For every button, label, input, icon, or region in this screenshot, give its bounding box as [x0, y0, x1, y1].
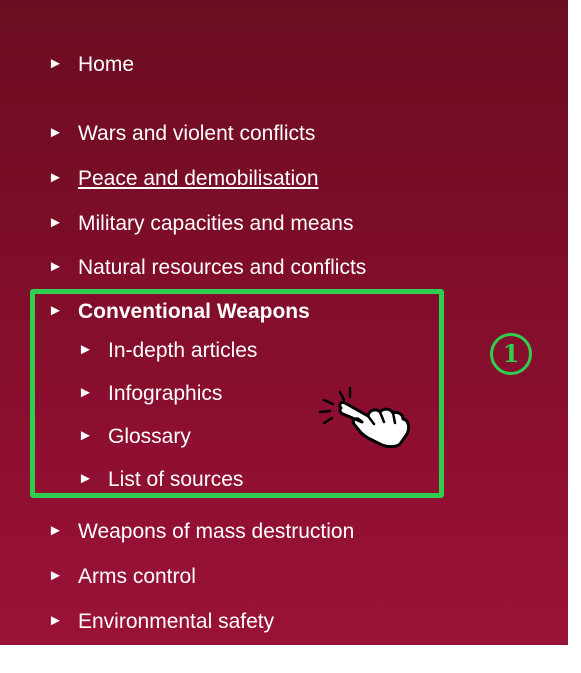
nav-item-label: Weapons of mass destruction	[78, 520, 355, 543]
nav-item-label: Arms control	[78, 565, 196, 588]
nav-item-military-capacities-and-means[interactable]: ► Military capacities and means	[48, 211, 353, 237]
nav-item-natural-resources-and-conflicts[interactable]: ► Natural resources and conflicts	[48, 255, 366, 281]
nav-item-label: Environmental safety	[78, 610, 275, 633]
nav-item-label: Home	[78, 53, 135, 76]
arrow-right-icon: ►	[48, 522, 63, 539]
nav-item-home[interactable]: ► Home	[48, 52, 134, 78]
nav-item-label: Peace and demobilisation	[78, 167, 319, 190]
nav-item-label: Wars and violent conflicts	[78, 122, 316, 145]
arrow-right-icon: ►	[48, 258, 63, 275]
nav-item-label: Military capacities and means	[78, 212, 354, 235]
arrow-right-icon: ►	[48, 612, 63, 629]
arrow-right-icon: ►	[48, 567, 63, 584]
step-number-label: 1	[502, 339, 520, 368]
nav-item-wars-and-violent-conflicts[interactable]: ► Wars and violent conflicts	[48, 121, 315, 147]
nav-item-weapons-of-mass-destruction[interactable]: ► Weapons of mass destruction	[48, 519, 354, 545]
nav-item-label: Natural resources and conflicts	[78, 256, 367, 279]
arrow-right-icon: ►	[48, 169, 63, 186]
step-number-badge: 1	[490, 333, 532, 375]
arrow-right-icon: ►	[48, 55, 63, 72]
nav-item-arms-control[interactable]: ► Arms control	[48, 564, 196, 590]
nav-item-environmental-safety[interactable]: ► Environmental safety	[48, 609, 274, 635]
pointing-hand-cursor-icon	[318, 386, 411, 448]
nav-item-peace-and-demobilisation[interactable]: ► Peace and demobilisation	[48, 166, 319, 192]
navigation-panel: ► Home ► Wars and violent conflicts ► Pe…	[0, 0, 568, 645]
arrow-right-icon: ►	[48, 214, 63, 231]
arrow-right-icon: ►	[48, 124, 63, 141]
